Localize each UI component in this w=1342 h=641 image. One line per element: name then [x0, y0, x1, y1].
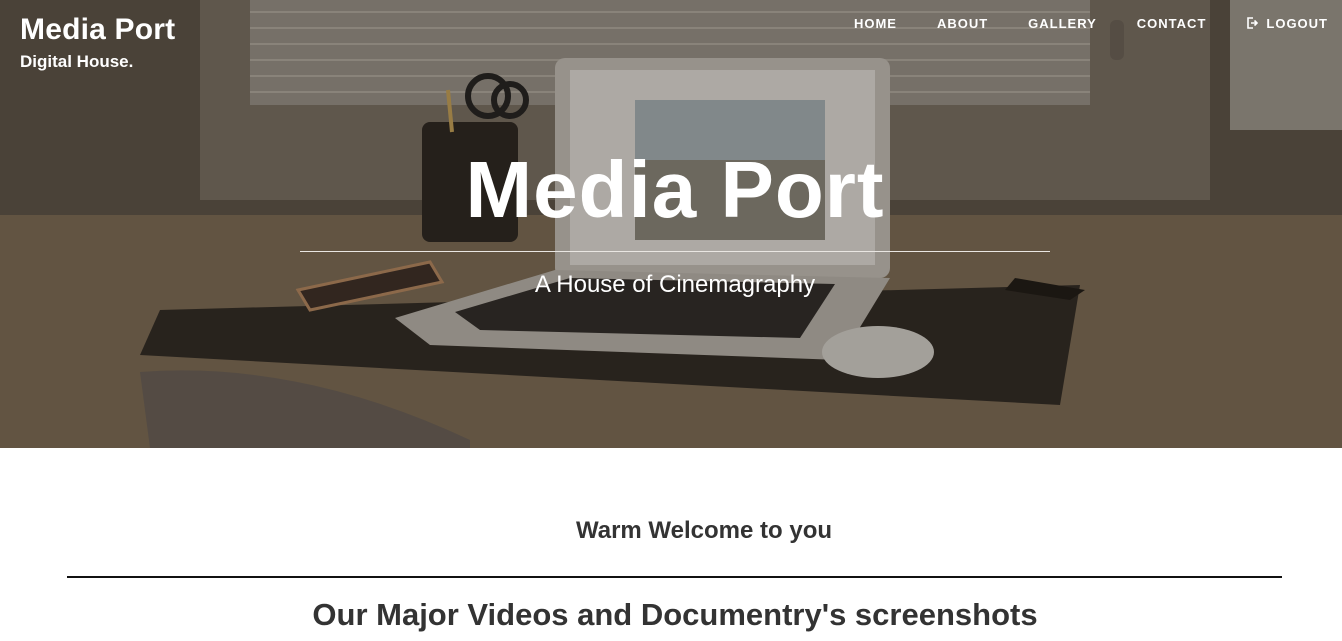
main-nav: HOME ABOUT GALLERY CONTACT LOGOUT [814, 14, 1328, 32]
section-divider [67, 576, 1282, 578]
nav-home[interactable]: HOME [854, 14, 897, 32]
nav-about[interactable]: ABOUT [937, 14, 988, 32]
nav-contact[interactable]: CONTACT [1137, 14, 1207, 32]
nav-logout-label: LOGOUT [1266, 15, 1328, 31]
section-title: Our Major Videos and Documentry's screen… [312, 597, 1038, 632]
hero-banner: Media Port Digital House. HOME ABOUT GAL… [0, 0, 1342, 448]
welcome-heading: Warm Welcome to you [575, 517, 833, 544]
hero-divider [300, 251, 1050, 252]
hero-tagline: A House of Cinemagraphy [534, 271, 816, 298]
brand-subtitle: Digital House. [20, 52, 134, 71]
nav-logout[interactable]: LOGOUT [1246, 14, 1328, 32]
brand[interactable]: Media Port Digital House. [20, 12, 175, 72]
hero-title: Media Port [465, 145, 885, 234]
logout-icon [1247, 17, 1259, 29]
brand-title[interactable]: Media Port [20, 12, 175, 48]
nav-gallery[interactable]: GALLERY [1028, 14, 1097, 32]
